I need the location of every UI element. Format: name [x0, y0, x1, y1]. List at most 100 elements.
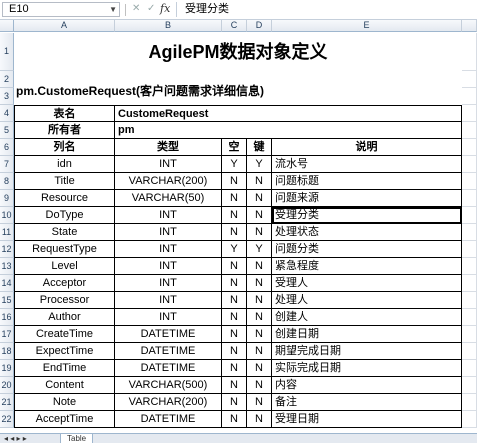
empty-cell[interactable]	[462, 258, 477, 275]
field-desc-cell[interactable]: 备注	[272, 394, 462, 411]
field-key-cell[interactable]: Y	[247, 156, 272, 173]
name-box[interactable]: E10 ▼	[2, 2, 120, 17]
field-nullable-cell[interactable]: N	[222, 394, 247, 411]
empty-cell[interactable]	[462, 173, 477, 190]
empty-cell[interactable]	[462, 394, 477, 411]
field-nullable-cell[interactable]: Y	[222, 241, 247, 258]
field-name-cell[interactable]: idn	[14, 156, 115, 173]
row-header-7[interactable]: 7	[0, 156, 14, 173]
field-nullable-cell[interactable]: N	[222, 190, 247, 207]
field-desc-cell[interactable]: 受理分类	[272, 207, 462, 224]
field-key-cell[interactable]: N	[247, 360, 272, 377]
field-name-cell[interactable]: EndTime	[14, 360, 115, 377]
column-header-blank[interactable]	[462, 20, 477, 32]
empty-cell[interactable]	[462, 377, 477, 394]
field-key-cell[interactable]: N	[247, 275, 272, 292]
cancel-icon[interactable]: ✕	[132, 3, 140, 14]
field-name-cell[interactable]: Note	[14, 394, 115, 411]
field-nullable-cell[interactable]: N	[222, 224, 247, 241]
row-header-14[interactable]: 14	[0, 275, 14, 292]
field-type-cell[interactable]: INT	[115, 275, 222, 292]
field-name-cell[interactable]: AcceptTime	[14, 411, 115, 428]
row-header-4[interactable]: 4	[0, 105, 14, 122]
header-key[interactable]: 键	[247, 139, 272, 156]
row-header-21[interactable]: 21	[0, 394, 14, 411]
sheet-tab[interactable]: Table	[60, 434, 94, 443]
field-name-cell[interactable]: Author	[14, 309, 115, 326]
sheet-title[interactable]: AgilePM数据对象定义	[14, 33, 462, 71]
field-type-cell[interactable]: DATETIME	[115, 360, 222, 377]
empty-cell[interactable]	[462, 326, 477, 343]
field-name-cell[interactable]: Title	[14, 173, 115, 190]
field-nullable-cell[interactable]: N	[222, 173, 247, 190]
column-header-b[interactable]: B	[115, 20, 222, 32]
field-nullable-cell[interactable]: Y	[222, 156, 247, 173]
empty-cell[interactable]	[462, 309, 477, 326]
row-header-13[interactable]: 13	[0, 258, 14, 275]
field-nullable-cell[interactable]: N	[222, 292, 247, 309]
row-header-16[interactable]: 16	[0, 309, 14, 326]
header-desc[interactable]: 说明	[272, 139, 462, 156]
row-header-5[interactable]: 5	[0, 122, 14, 139]
field-key-cell[interactable]: N	[247, 411, 272, 428]
field-desc-cell[interactable]: 问题标题	[272, 173, 462, 190]
empty-cell[interactable]	[462, 411, 477, 428]
header-type[interactable]: 类型	[115, 139, 222, 156]
field-type-cell[interactable]: DATETIME	[115, 343, 222, 360]
header-col-name[interactable]: 列名	[14, 139, 115, 156]
field-desc-cell[interactable]: 创建日期	[272, 326, 462, 343]
owner-label[interactable]: 所有者	[14, 122, 115, 139]
column-header-a[interactable]: A	[14, 20, 115, 32]
field-desc-cell[interactable]: 受理日期	[272, 411, 462, 428]
field-desc-cell[interactable]: 紧急程度	[272, 258, 462, 275]
empty-cell[interactable]	[462, 139, 477, 156]
field-desc-cell[interactable]: 处理状态	[272, 224, 462, 241]
row-header-3[interactable]: 3	[0, 88, 14, 105]
formula-input[interactable]: 受理分类	[176, 2, 476, 17]
field-type-cell[interactable]: INT	[115, 309, 222, 326]
field-key-cell[interactable]: N	[247, 377, 272, 394]
sheet-nav-arrows[interactable]: ◂ ◂ ▸ ▸	[4, 434, 27, 443]
empty-cell[interactable]	[462, 360, 477, 377]
row-header-2[interactable]: 2	[0, 71, 14, 88]
empty-cell[interactable]	[462, 292, 477, 309]
field-key-cell[interactable]: N	[247, 224, 272, 241]
field-type-cell[interactable]: DATETIME	[115, 326, 222, 343]
field-name-cell[interactable]: CreateTime	[14, 326, 115, 343]
field-name-cell[interactable]: DoType	[14, 207, 115, 224]
field-key-cell[interactable]: N	[247, 292, 272, 309]
field-desc-cell[interactable]: 问题分类	[272, 241, 462, 258]
field-name-cell[interactable]: Level	[14, 258, 115, 275]
column-header-d[interactable]: D	[247, 20, 272, 32]
column-header-e[interactable]: E	[272, 20, 462, 32]
empty-cell[interactable]	[462, 122, 477, 139]
owner-value[interactable]: pm	[115, 122, 462, 139]
header-nullable[interactable]: 空	[222, 139, 247, 156]
field-type-cell[interactable]: VARCHAR(50)	[115, 190, 222, 207]
empty-cell[interactable]	[462, 343, 477, 360]
field-name-cell[interactable]: Processor	[14, 292, 115, 309]
empty-cell[interactable]	[462, 207, 477, 224]
empty-cell[interactable]	[462, 224, 477, 241]
check-icon[interactable]: ✓	[147, 3, 155, 14]
field-desc-cell[interactable]: 处理人	[272, 292, 462, 309]
row-header-17[interactable]: 17	[0, 326, 14, 343]
field-name-cell[interactable]: State	[14, 224, 115, 241]
row-header-8[interactable]: 8	[0, 173, 14, 190]
field-name-cell[interactable]: ExpectTime	[14, 343, 115, 360]
field-key-cell[interactable]: N	[247, 207, 272, 224]
field-nullable-cell[interactable]: N	[222, 326, 247, 343]
field-key-cell[interactable]: N	[247, 258, 272, 275]
field-type-cell[interactable]: DATETIME	[115, 411, 222, 428]
field-type-cell[interactable]: INT	[115, 241, 222, 258]
field-nullable-cell[interactable]: N	[222, 377, 247, 394]
empty-cell[interactable]	[462, 33, 477, 71]
field-desc-cell[interactable]: 期望完成日期	[272, 343, 462, 360]
field-nullable-cell[interactable]: N	[222, 360, 247, 377]
empty-cell[interactable]	[462, 88, 477, 105]
field-desc-cell[interactable]: 流水号	[272, 156, 462, 173]
field-nullable-cell[interactable]: N	[222, 258, 247, 275]
field-type-cell[interactable]: INT	[115, 224, 222, 241]
field-desc-cell[interactable]: 实际完成日期	[272, 360, 462, 377]
field-type-cell[interactable]: VARCHAR(500)	[115, 377, 222, 394]
